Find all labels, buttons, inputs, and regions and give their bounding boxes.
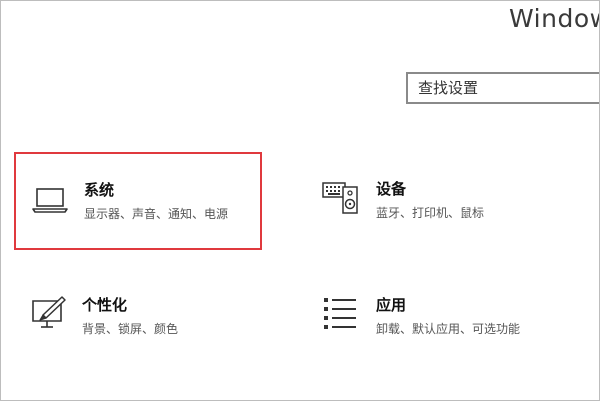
apps-list-icon [324,298,356,329]
tile-title: 个性化 [82,296,128,314]
tile-system[interactable]: 系统 显示器、声音、通知、电源 [14,152,262,250]
search-box[interactable] [406,72,599,104]
laptop-icon [32,188,68,213]
tile-title: 应用 [376,296,407,314]
tile-title: 系统 [84,181,115,199]
tile-title: 设备 [376,180,407,198]
tile-subtitle: 卸载、默认应用、可选功能 [376,322,521,336]
tile-subtitle: 背景、锁屏、颜色 [82,322,179,336]
settings-window: Window 系统 显示器、声音、通知、电源 设备 蓝 [0,0,600,401]
tile-subtitle: 蓝牙、打印机、鼠标 [376,206,485,220]
tile-personalization[interactable]: 个性化 背景、锁屏、颜色 [27,287,267,367]
search-input[interactable] [418,78,598,98]
tile-devices[interactable]: 设备 蓝牙、打印机、鼠标 [318,169,558,249]
tile-subtitle: 显示器、声音、通知、电源 [84,207,229,221]
keyboard-speaker-icon [322,182,358,214]
paint-screen-icon [32,296,66,328]
window-title: Window [509,4,599,33]
tile-apps[interactable]: 应用 卸载、默认应用、可选功能 [318,287,558,367]
